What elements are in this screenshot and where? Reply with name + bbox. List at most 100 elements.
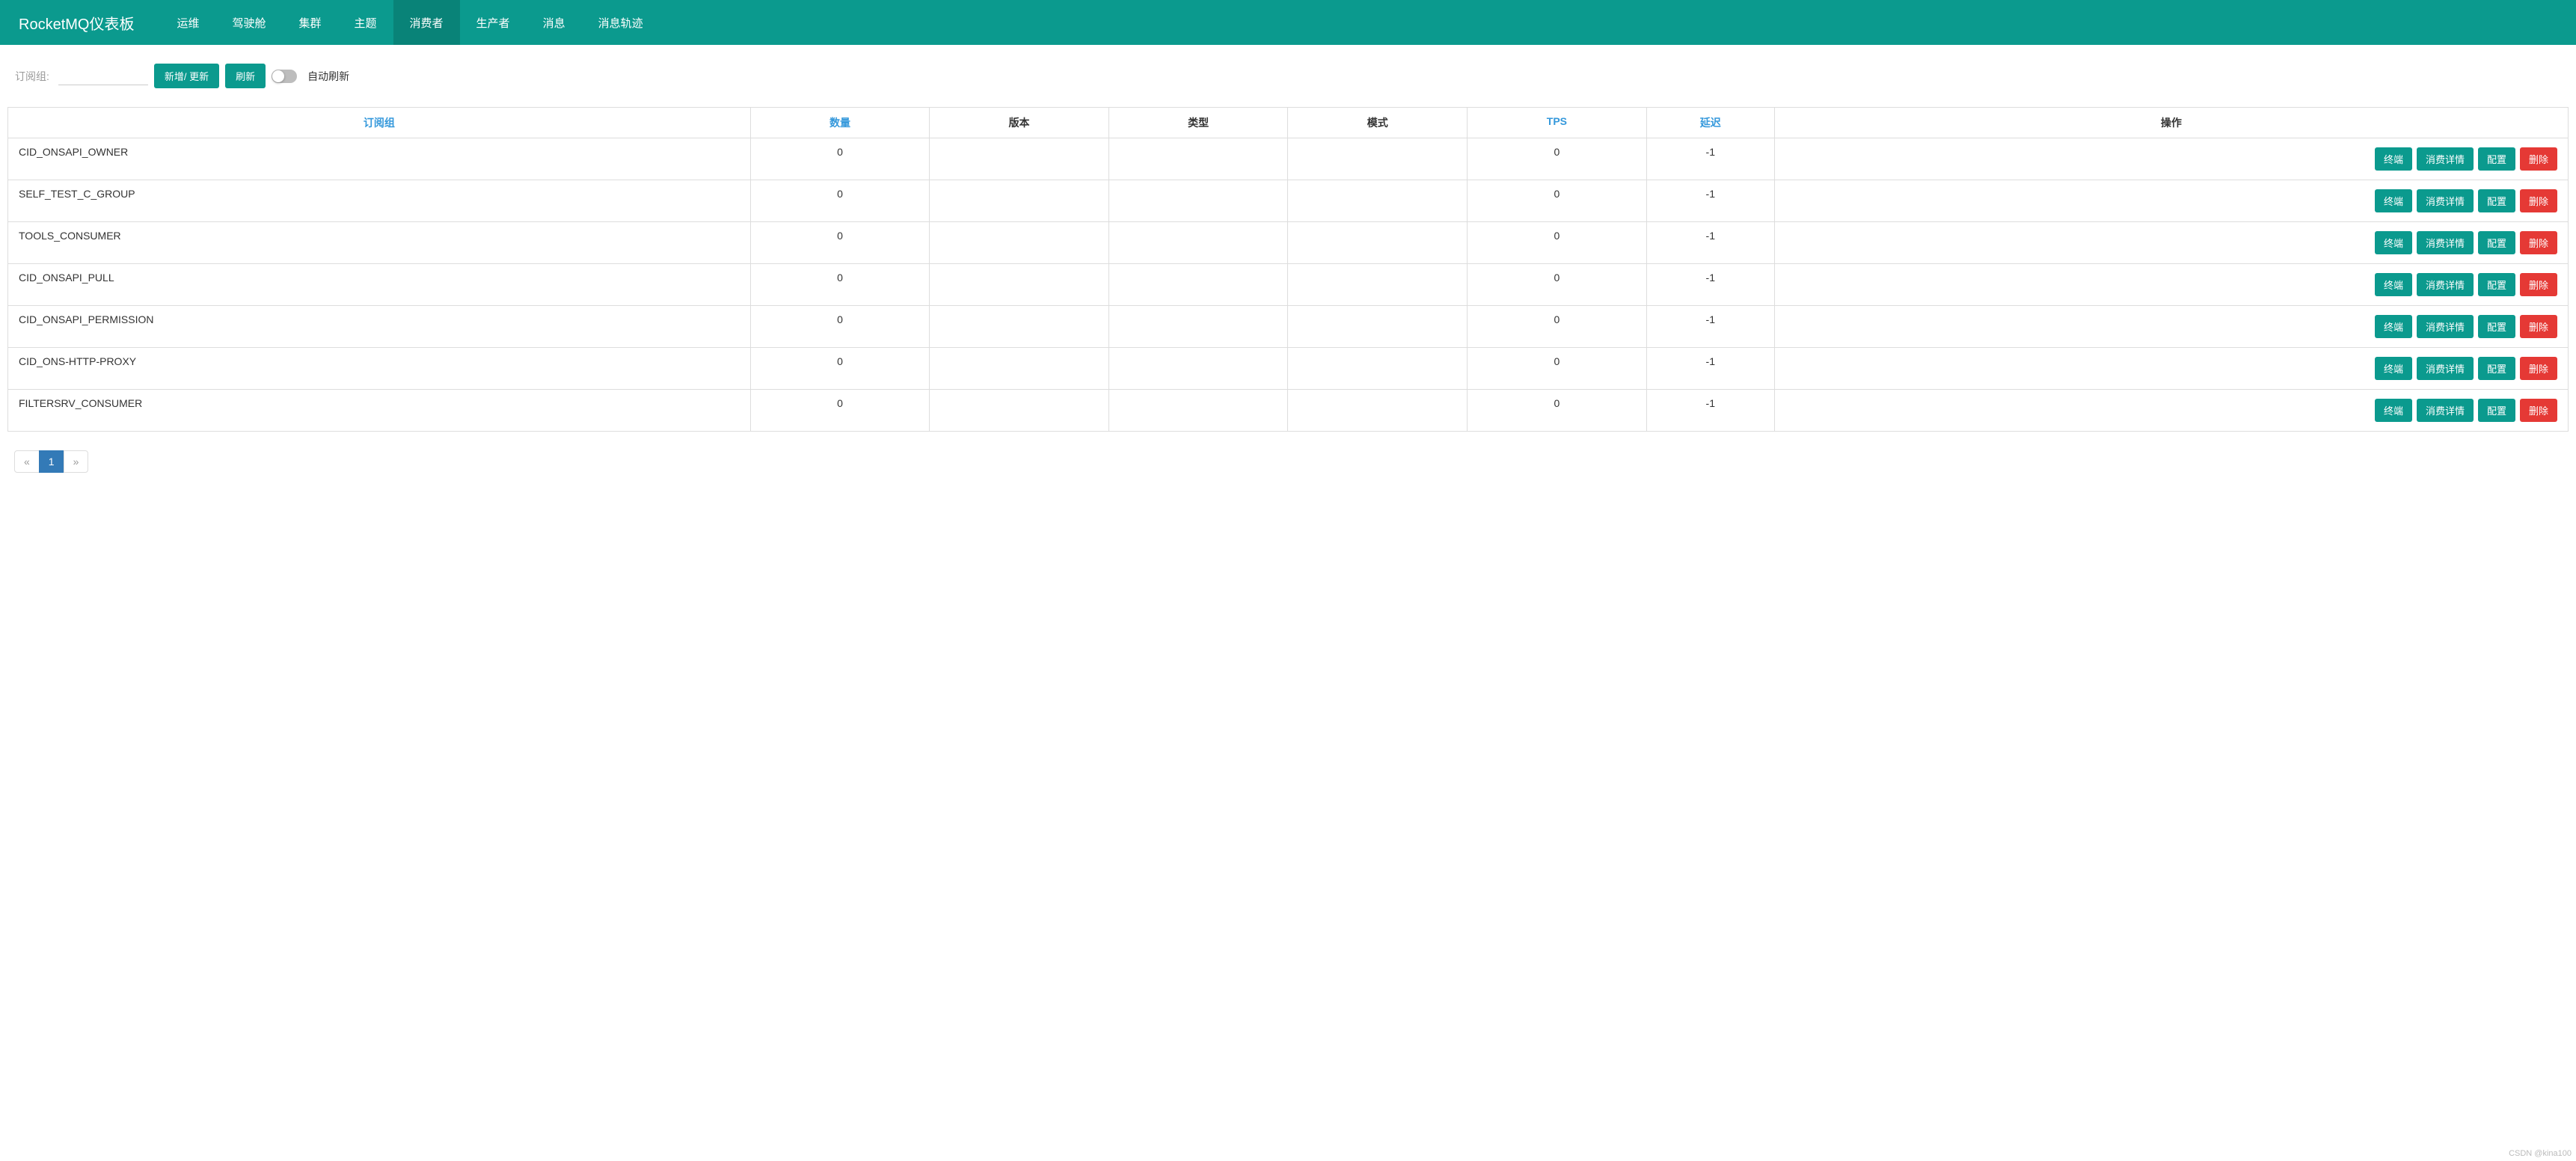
cell-quantity: 0 [750, 306, 930, 348]
col-header-mode: 模式 [1288, 108, 1468, 138]
nav-link[interactable]: 驾驶舱 [215, 0, 282, 45]
delete-button[interactable]: 删除 [2520, 231, 2557, 254]
terminal-button[interactable]: 终端 [2375, 399, 2412, 422]
col-header-group[interactable]: 订阅组 [8, 108, 751, 138]
consume-detail-button[interactable]: 消费详情 [2417, 315, 2474, 338]
cell-type [1108, 306, 1288, 348]
nav-link[interactable]: 消息轨迹 [582, 0, 660, 45]
consume-detail-button[interactable]: 消费详情 [2417, 399, 2474, 422]
delete-button[interactable]: 删除 [2520, 315, 2557, 338]
nav-item-1[interactable]: 驾驶舱 [215, 0, 282, 45]
cell-type [1108, 264, 1288, 306]
cell-actions: 终端消费详情配置删除 [1774, 138, 2568, 180]
delete-button[interactable]: 删除 [2520, 273, 2557, 296]
auto-refresh-toggle[interactable] [272, 70, 297, 83]
watermark: CSDN @kina100 [2509, 1149, 2572, 1158]
cell-quantity: 0 [750, 222, 930, 264]
cell-group: CID_ONS-HTTP-PROXY [8, 348, 751, 390]
navbar-brand[interactable]: RocketMQ仪表板 [7, 0, 145, 45]
page-prev[interactable]: « [14, 450, 40, 473]
nav-item-0[interactable]: 运维 [160, 0, 215, 45]
col-header-actions: 操作 [1774, 108, 2568, 138]
terminal-button[interactable]: 终端 [2375, 357, 2412, 380]
config-button[interactable]: 配置 [2478, 273, 2515, 296]
nav-item-2[interactable]: 集群 [283, 0, 338, 45]
col-header-quantity[interactable]: 数量 [750, 108, 930, 138]
page-next[interactable]: » [64, 450, 89, 473]
config-button[interactable]: 配置 [2478, 147, 2515, 171]
nav-item-5[interactable]: 生产者 [460, 0, 527, 45]
terminal-button[interactable]: 终端 [2375, 273, 2412, 296]
nav-link[interactable]: 运维 [160, 0, 215, 45]
consume-detail-button[interactable]: 消费详情 [2417, 231, 2474, 254]
cell-tps: 0 [1468, 348, 1647, 390]
col-header-tps[interactable]: TPS [1468, 108, 1647, 138]
consume-detail-button[interactable]: 消费详情 [2417, 189, 2474, 212]
table-row: SELF_TEST_C_GROUP00-1终端消费详情配置删除 [8, 180, 2569, 222]
cell-quantity: 0 [750, 138, 930, 180]
config-button[interactable]: 配置 [2478, 315, 2515, 338]
col-header-version: 版本 [930, 108, 1109, 138]
terminal-button[interactable]: 终端 [2375, 315, 2412, 338]
page-1[interactable]: 1 [39, 450, 64, 473]
cell-quantity: 0 [750, 264, 930, 306]
cell-delay: -1 [1646, 264, 1774, 306]
delete-button[interactable]: 删除 [2520, 399, 2557, 422]
table-row: FILTERSRV_CONSUMER00-1终端消费详情配置删除 [8, 390, 2569, 432]
config-button[interactable]: 配置 [2478, 399, 2515, 422]
cell-delay: -1 [1646, 180, 1774, 222]
cell-tps: 0 [1468, 306, 1647, 348]
delete-button[interactable]: 删除 [2520, 357, 2557, 380]
terminal-button[interactable]: 终端 [2375, 189, 2412, 212]
nav-item-3[interactable]: 主题 [338, 0, 393, 45]
delete-button[interactable]: 删除 [2520, 189, 2557, 212]
nav-item-7[interactable]: 消息轨迹 [582, 0, 660, 45]
pagination-wrap: « 1 » [0, 432, 2576, 491]
cell-tps: 0 [1468, 180, 1647, 222]
cell-type [1108, 180, 1288, 222]
nav-item-4[interactable]: 消费者 [393, 0, 460, 45]
nav-link[interactable]: 主题 [338, 0, 393, 45]
cell-mode [1288, 138, 1468, 180]
consume-detail-button[interactable]: 消费详情 [2417, 147, 2474, 171]
cell-mode [1288, 264, 1468, 306]
nav-link[interactable]: 消费者 [393, 0, 460, 45]
filter-input[interactable] [58, 67, 148, 85]
toolbar: 订阅组: 新增/ 更新 刷新 自动刷新 [0, 45, 2576, 96]
terminal-button[interactable]: 终端 [2375, 147, 2412, 171]
table-header-row: 订阅组 数量 版本 类型 模式 TPS 延迟 操作 [8, 108, 2569, 138]
refresh-button[interactable]: 刷新 [225, 64, 266, 88]
nav-link[interactable]: 生产者 [460, 0, 527, 45]
nav-link[interactable]: 消息 [527, 0, 582, 45]
navbar: RocketMQ仪表板 运维驾驶舱集群主题消费者生产者消息消息轨迹 [0, 0, 2576, 45]
consumer-table-wrap: 订阅组 数量 版本 类型 模式 TPS 延迟 操作 CID_ONSAPI_OWN… [0, 96, 2576, 432]
cell-version [930, 264, 1109, 306]
config-button[interactable]: 配置 [2478, 189, 2515, 212]
consumer-table: 订阅组 数量 版本 类型 模式 TPS 延迟 操作 CID_ONSAPI_OWN… [7, 107, 2569, 432]
cell-version [930, 180, 1109, 222]
cell-mode [1288, 348, 1468, 390]
consume-detail-button[interactable]: 消费详情 [2417, 357, 2474, 380]
nav-item-6[interactable]: 消息 [527, 0, 582, 45]
cell-delay: -1 [1646, 222, 1774, 264]
nav-link[interactable]: 集群 [283, 0, 338, 45]
cell-version [930, 138, 1109, 180]
consume-detail-button[interactable]: 消费详情 [2417, 273, 2474, 296]
cell-group: FILTERSRV_CONSUMER [8, 390, 751, 432]
delete-button[interactable]: 删除 [2520, 147, 2557, 171]
navbar-nav: 运维驾驶舱集群主题消费者生产者消息消息轨迹 [160, 0, 659, 45]
cell-actions: 终端消费详情配置删除 [1774, 180, 2568, 222]
config-button[interactable]: 配置 [2478, 357, 2515, 380]
cell-delay: -1 [1646, 138, 1774, 180]
terminal-button[interactable]: 终端 [2375, 231, 2412, 254]
cell-group: TOOLS_CONSUMER [8, 222, 751, 264]
cell-mode [1288, 222, 1468, 264]
cell-delay: -1 [1646, 390, 1774, 432]
cell-quantity: 0 [750, 348, 930, 390]
add-update-button[interactable]: 新增/ 更新 [154, 64, 219, 88]
table-row: TOOLS_CONSUMER00-1终端消费详情配置删除 [8, 222, 2569, 264]
cell-group: CID_ONSAPI_OWNER [8, 138, 751, 180]
cell-group: SELF_TEST_C_GROUP [8, 180, 751, 222]
config-button[interactable]: 配置 [2478, 231, 2515, 254]
col-header-delay[interactable]: 延迟 [1646, 108, 1774, 138]
